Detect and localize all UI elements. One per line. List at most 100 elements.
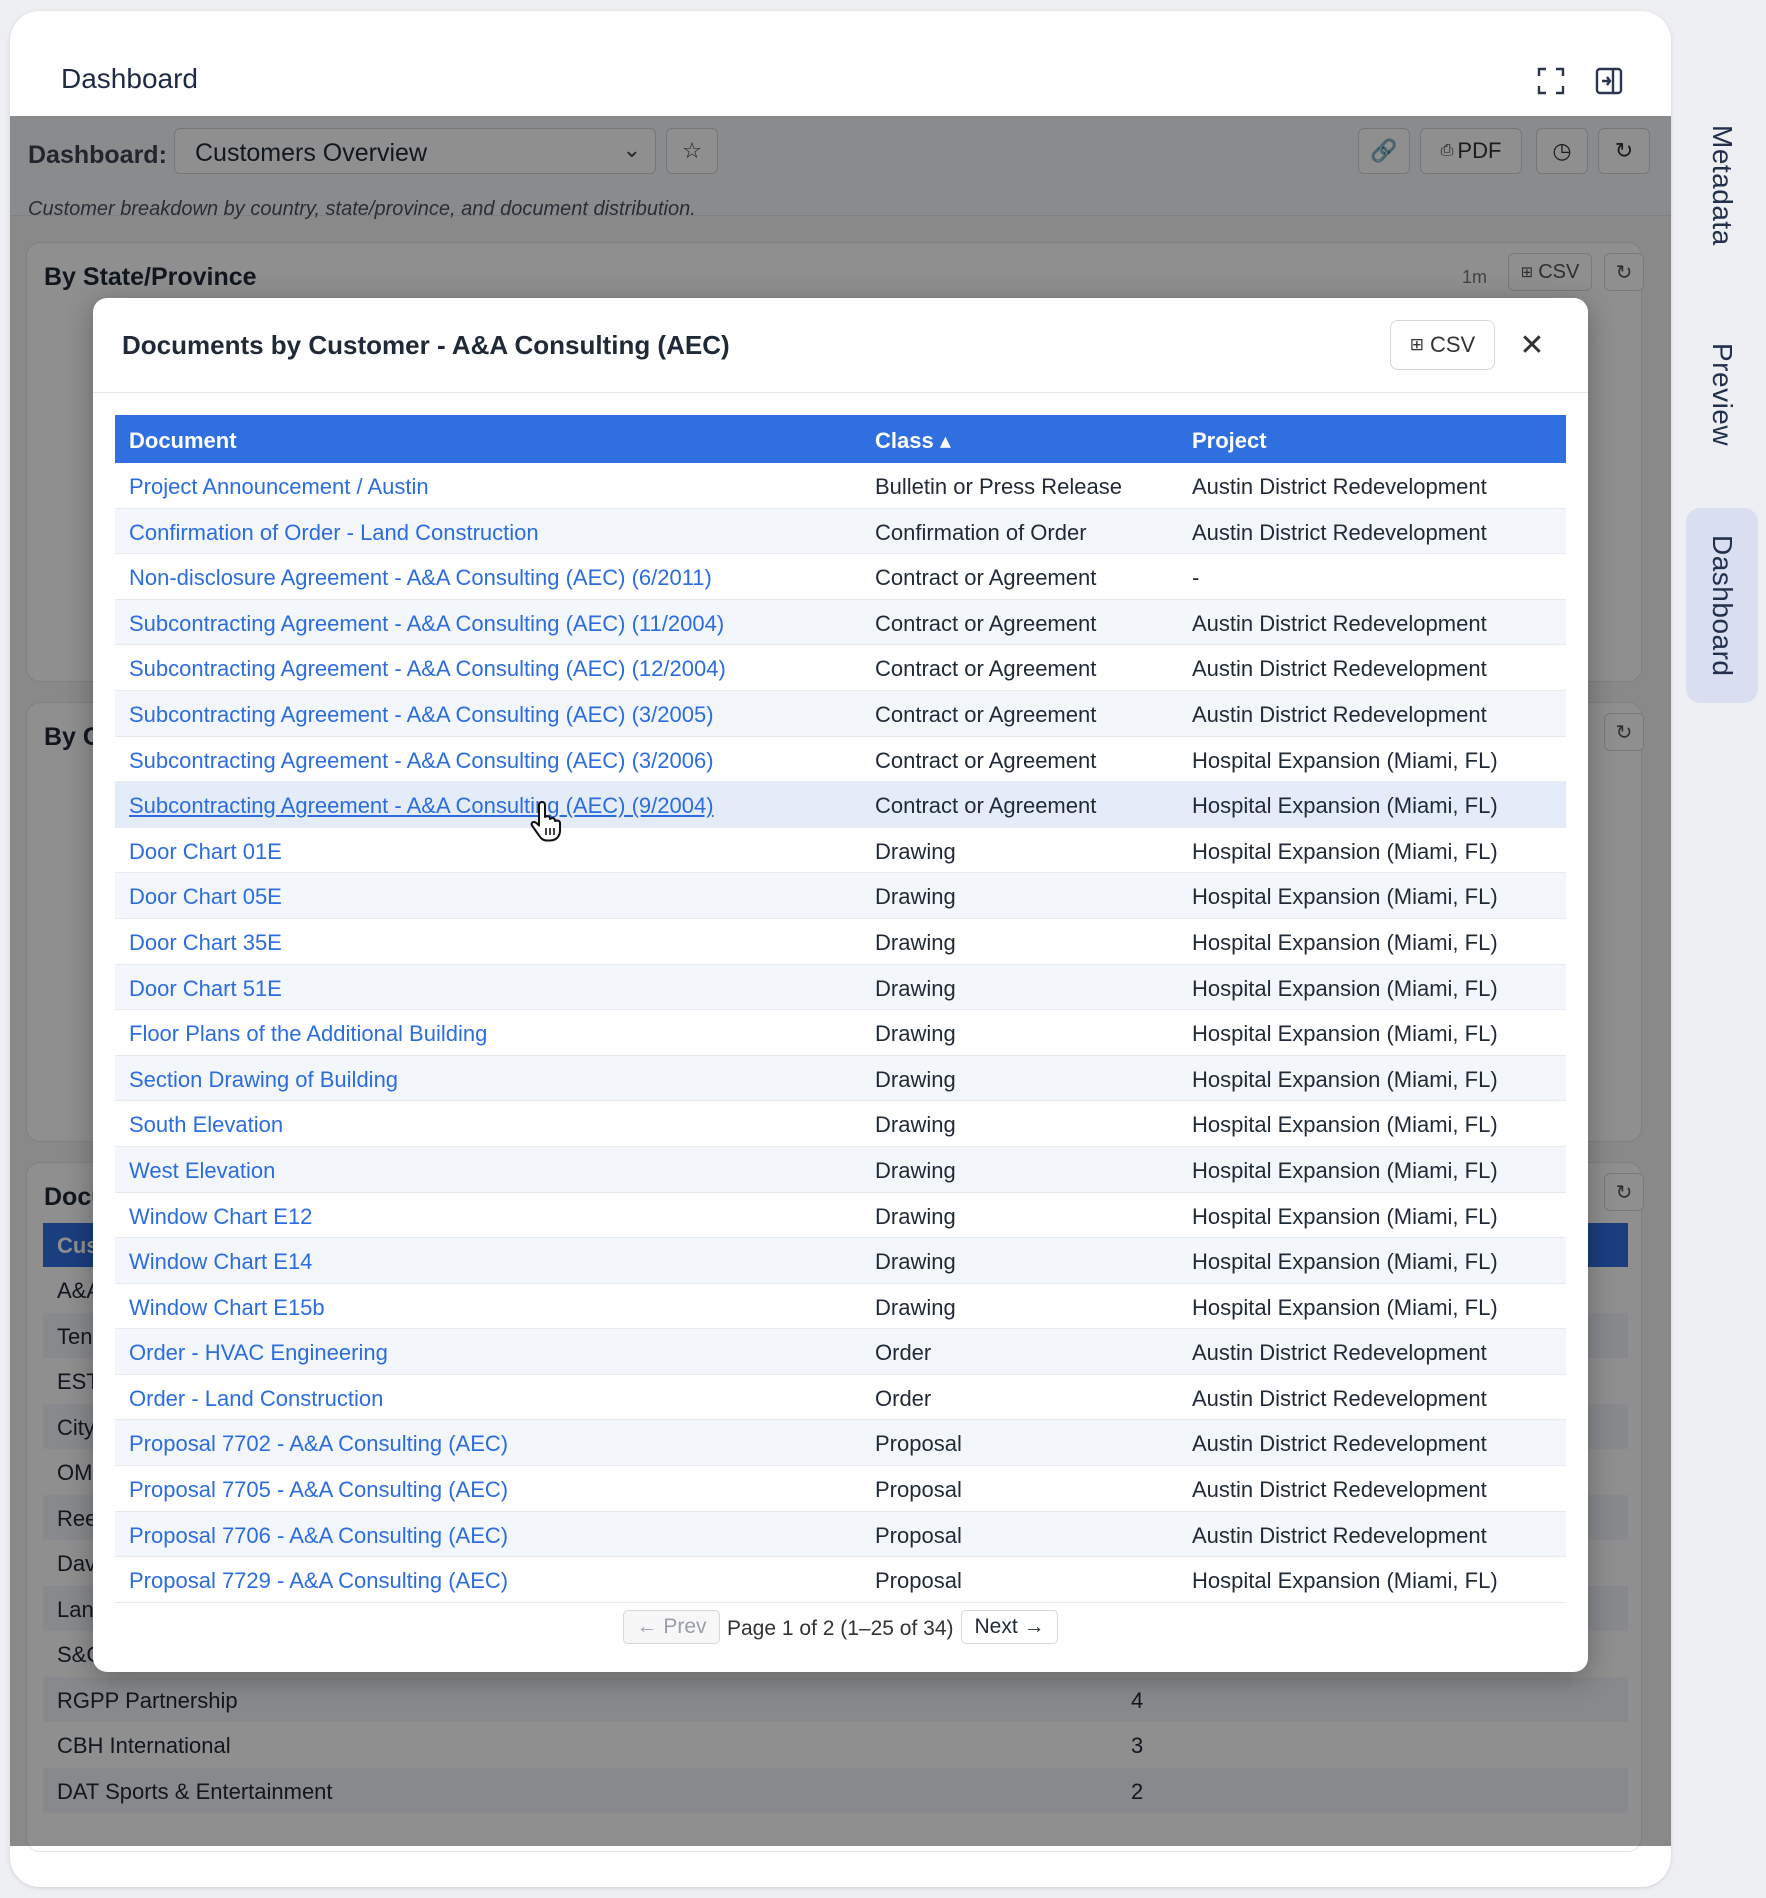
table-row[interactable]: Order - HVAC Engineering Order Austin Dist… — [115, 1329, 1566, 1375]
table-row[interactable]: Window Chart E12 Drawing Hospital Expansio… — [115, 1193, 1566, 1239]
document-link[interactable]: Proposal 7729 - A&A Consulting (AEC) — [129, 1568, 508, 1594]
table-row[interactable]: Door Chart 01E Drawing Hospital Expansion … — [115, 828, 1566, 874]
prev-page-button[interactable]: ← Prev — [623, 1610, 720, 1644]
tab-preview[interactable]: Preview — [1686, 320, 1758, 470]
document-project: Austin District Redevelopment — [1192, 1340, 1487, 1366]
document-class: Proposal — [875, 1522, 962, 1548]
table-row[interactable]: Project Announcement / Austin Bulletin or… — [115, 463, 1566, 509]
document-link[interactable]: Proposal 7702 - A&A Consulting (AEC) — [129, 1431, 508, 1457]
document-link[interactable]: Order - Land Construction — [129, 1386, 383, 1412]
document-link[interactable]: Window Chart E12 — [129, 1204, 312, 1230]
table-row[interactable]: Window Chart E15b Drawing Hospital Expansi… — [115, 1284, 1566, 1330]
panel-header: Dashboard — [10, 11, 1671, 116]
document-link[interactable]: West Elevation — [129, 1158, 275, 1184]
document-class: Drawing — [875, 1203, 956, 1229]
document-link[interactable]: Floor Plans of the Additional Building — [129, 1021, 487, 1047]
modal-title: Documents by Customer - A&A Consulting (… — [122, 330, 730, 360]
table-row[interactable]: Subcontracting Agreement - A&A Consultin… — [115, 645, 1566, 691]
document-project: Austin District Redevelopment — [1192, 1385, 1487, 1411]
document-class: Contract or Agreement — [875, 610, 1097, 636]
table-row[interactable]: Door Chart 05E Drawing Hospital Expansion … — [115, 873, 1566, 919]
collapse-panel-icon[interactable] — [1592, 64, 1626, 98]
table-row[interactable]: Proposal 7729 - A&A Consulting (AEC) Prop… — [115, 1557, 1566, 1603]
document-link[interactable]: Door Chart 01E — [129, 839, 282, 865]
column-project[interactable]: Project — [1192, 428, 1267, 454]
document-link[interactable]: South Elevation — [129, 1112, 283, 1138]
document-project: Hospital Expansion (Miami, FL) — [1192, 1568, 1498, 1594]
document-link[interactable]: Subcontracting Agreement - A&A Consultin… — [129, 702, 714, 728]
tab-dashboard[interactable]: Dashboard — [1686, 508, 1758, 703]
document-project: Hospital Expansion (Miami, FL) — [1192, 884, 1498, 910]
document-link[interactable]: Project Announcement / Austin — [129, 474, 429, 500]
document-link[interactable]: Confirmation of Order - Land Constructio… — [129, 520, 539, 546]
documents-table: Document Class ▴ Project Project Announc… — [115, 415, 1566, 1603]
document-class: Proposal — [875, 1431, 962, 1457]
fullscreen-icon[interactable] — [1534, 64, 1568, 98]
table-row[interactable]: Subcontracting Agreement - A&A Consultin… — [115, 599, 1566, 646]
column-document[interactable]: Document — [129, 428, 237, 454]
document-class: Proposal — [875, 1568, 962, 1594]
tab-metadata[interactable]: Metadata — [1686, 110, 1758, 260]
document-project: Hospital Expansion (Miami, FL) — [1192, 1021, 1498, 1047]
table-row[interactable]: Subcontracting Agreement - A&A Consultin… — [115, 782, 1566, 828]
page-status: Page 1 of 2 (1–25 of 34) — [727, 1617, 954, 1640]
document-class: Drawing — [875, 838, 956, 864]
document-project: Austin District Redevelopment — [1192, 1522, 1487, 1548]
document-project: Hospital Expansion (Miami, FL) — [1192, 1203, 1498, 1229]
document-link[interactable]: Section Drawing of Building — [129, 1067, 398, 1093]
document-link[interactable]: Subcontracting Agreement - A&A Consultin… — [129, 611, 724, 637]
table-body: Project Announcement / Austin Bulletin or… — [115, 463, 1566, 1603]
document-class: Confirmation of Order — [875, 519, 1087, 545]
document-link[interactable]: Door Chart 05E — [129, 884, 282, 910]
document-link[interactable]: Proposal 7705 - A&A Consulting (AEC) — [129, 1477, 508, 1503]
table-row[interactable]: Floor Plans of the Additional Building Dr… — [115, 1010, 1566, 1056]
table-row[interactable]: Proposal 7702 - A&A Consulting (AEC) Prop… — [115, 1420, 1566, 1467]
document-project: Austin District Redevelopment — [1192, 474, 1487, 499]
next-page-button[interactable]: Next → — [961, 1610, 1058, 1644]
table-row[interactable]: West Elevation Drawing Hospital Expansion … — [115, 1146, 1566, 1193]
document-link[interactable]: Subcontracting Agreement - A&A Consultin… — [129, 748, 714, 774]
document-class: Drawing — [875, 929, 956, 955]
documents-modal: Documents by Customer - A&A Consulting (… — [93, 298, 1588, 1672]
document-project: Austin District Redevelopment — [1192, 701, 1487, 727]
document-project: Hospital Expansion (Miami, FL) — [1192, 975, 1498, 1001]
document-project: Austin District Redevelopment — [1192, 1431, 1487, 1457]
document-class: Drawing — [875, 1021, 956, 1047]
table-row[interactable]: Section Drawing of Building Drawing Hospit… — [115, 1055, 1566, 1102]
document-link[interactable]: Window Chart E14 — [129, 1249, 312, 1275]
document-link[interactable]: Window Chart E15b — [129, 1295, 325, 1321]
document-link[interactable]: Door Chart 35E — [129, 930, 282, 956]
document-class: Drawing — [875, 1294, 956, 1320]
table-row[interactable]: Non-disclosure Agreement - A&A Consultin… — [115, 554, 1566, 600]
document-link[interactable]: Non-disclosure Agreement - A&A Consultin… — [129, 565, 712, 591]
hand-cursor-icon — [530, 801, 561, 842]
table-row[interactable]: Order - Land Construction Order Austin Dis… — [115, 1375, 1566, 1421]
document-project: Hospital Expansion (Miami, FL) — [1192, 838, 1498, 864]
table-row[interactable]: Proposal 7705 - A&A Consulting (AEC) Prop… — [115, 1466, 1566, 1512]
table-row[interactable]: Proposal 7706 - A&A Consulting (AEC) Prop… — [115, 1511, 1566, 1558]
table-row[interactable]: South Elevation Drawing Hospital Expansion… — [115, 1101, 1566, 1147]
document-class: Drawing — [875, 884, 956, 910]
document-class: Contract or Agreement — [875, 656, 1097, 682]
document-link[interactable]: Order - HVAC Engineering — [129, 1340, 388, 1366]
close-button[interactable]: ✕ — [1513, 326, 1551, 364]
table-row[interactable]: Subcontracting Agreement - A&A Consultin… — [115, 737, 1566, 783]
document-project: Hospital Expansion (Miami, FL) — [1192, 793, 1498, 819]
table-row[interactable]: Confirmation of Order - Land Constructio… — [115, 508, 1566, 555]
table-row[interactable]: Door Chart 51E Drawing Hospital Expansion … — [115, 964, 1566, 1011]
grid-icon: ⊞ — [1409, 335, 1424, 354]
table-row[interactable]: Door Chart 35E Drawing Hospital Expansion … — [115, 919, 1566, 965]
document-class: Drawing — [875, 1112, 956, 1138]
csv-export-button[interactable]: ⊞ CSV — [1390, 320, 1495, 370]
document-link[interactable]: Subcontracting Agreement - A&A Consultin… — [129, 793, 714, 819]
document-class: Order — [875, 1385, 932, 1411]
table-row[interactable]: Subcontracting Agreement - A&A Consultin… — [115, 690, 1566, 737]
document-project: Austin District Redevelopment — [1192, 519, 1487, 545]
document-link[interactable]: Subcontracting Agreement - A&A Consultin… — [129, 656, 726, 682]
document-project: Austin District Redevelopment — [1192, 610, 1487, 636]
document-link[interactable]: Proposal 7706 - A&A Consulting (AEC) — [129, 1523, 508, 1549]
document-project: Hospital Expansion (Miami, FL) — [1192, 929, 1498, 955]
document-link[interactable]: Door Chart 51E — [129, 976, 282, 1002]
column-class[interactable]: Class ▴ — [875, 428, 951, 454]
table-row[interactable]: Window Chart E14 Drawing Hospital Expansio… — [115, 1238, 1566, 1284]
